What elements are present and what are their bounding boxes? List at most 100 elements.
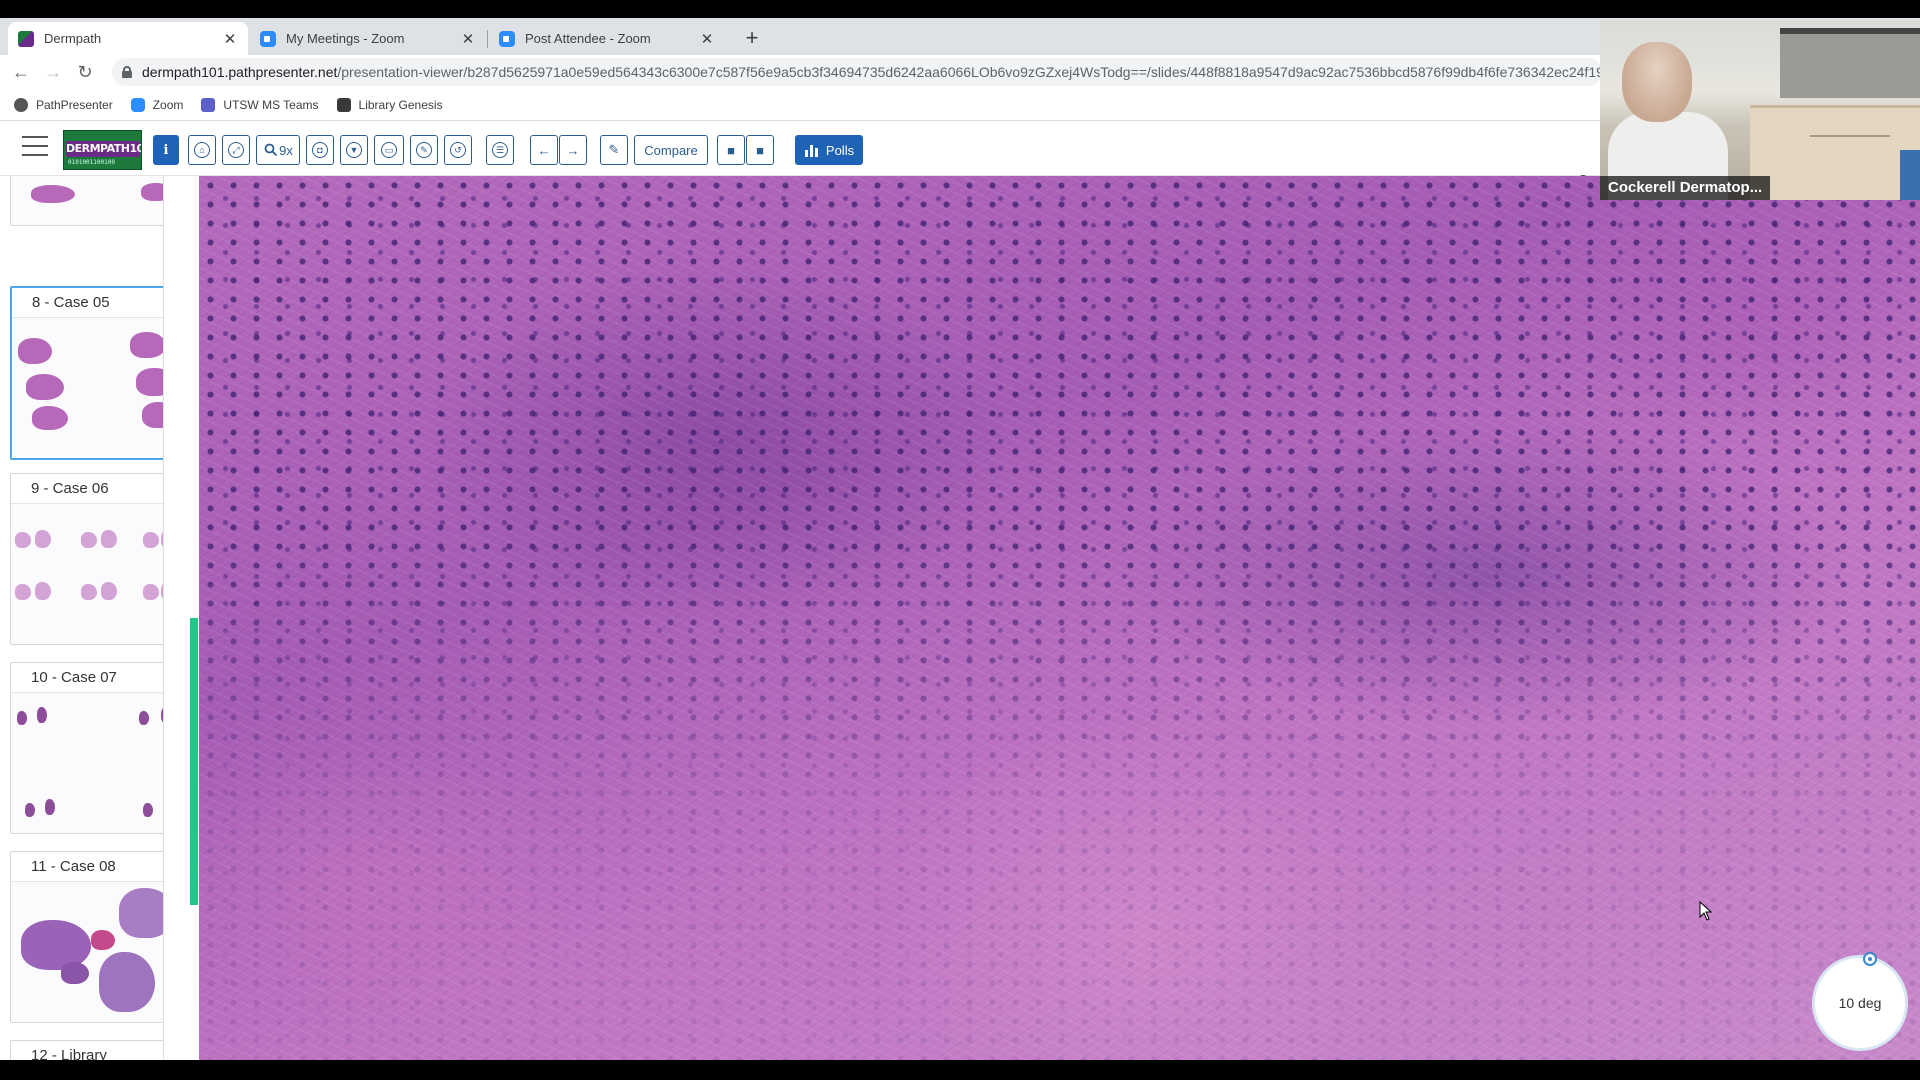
- slide-tray: 8 - Case 05 9 - Case 06 10 - Case 07 11 …: [0, 176, 164, 1060]
- list-button[interactable]: ☰: [486, 135, 514, 165]
- info-button[interactable]: i: [153, 135, 179, 165]
- stop-icon: ■: [756, 142, 764, 158]
- slide-card[interactable]: 11 - Case 08: [10, 851, 163, 1023]
- rotate-icon: ↺: [450, 142, 466, 158]
- zoom-favicon-icon: [260, 30, 276, 47]
- background-cabinet: [1750, 105, 1920, 200]
- screen: Dermpath ✕ My Meetings - Zoom ✕ Post Att…: [0, 0, 1920, 1080]
- bookmark-label: Zoom: [152, 97, 184, 112]
- mouse-cursor-icon: [1699, 901, 1713, 921]
- tab-post-attendee[interactable]: Post Attendee - Zoom ✕: [489, 22, 725, 55]
- fullscreen-button[interactable]: ⤢: [222, 135, 250, 165]
- attach-button[interactable]: ✎: [600, 135, 628, 165]
- bookmark-teams[interactable]: UTSW MS Teams: [201, 97, 319, 112]
- tab-title: Dermpath: [44, 31, 102, 46]
- menu-icon[interactable]: [22, 136, 48, 156]
- tab-dermpath[interactable]: Dermpath ✕: [8, 22, 248, 55]
- stop-button[interactable]: ■: [746, 135, 774, 165]
- filter-icon: ▼: [346, 142, 362, 158]
- filter-button[interactable]: ▼: [340, 135, 368, 165]
- slide-card[interactable]: 8 - Case 05: [10, 286, 163, 460]
- video-button[interactable]: ■: [717, 135, 745, 165]
- info-icon: i: [163, 142, 169, 158]
- close-tab-icon[interactable]: ✕: [699, 30, 715, 48]
- tab-separator: [487, 30, 488, 48]
- slide-thumbnail: [11, 693, 163, 833]
- close-tab-icon[interactable]: ✕: [222, 30, 238, 48]
- zoom-level-button[interactable]: 9x: [256, 135, 300, 165]
- pencil-icon: ✎: [416, 142, 432, 158]
- close-tab-icon[interactable]: ✕: [460, 30, 476, 48]
- slide-card[interactable]: 9 - Case 06: [10, 473, 163, 645]
- home-button[interactable]: ⌂: [188, 135, 216, 165]
- tab-title: Post Attendee - Zoom: [525, 31, 651, 46]
- bookmark-pathpresenter[interactable]: PathPresenter: [14, 97, 113, 112]
- teams-icon: [201, 97, 216, 112]
- slide-thumbnail: [11, 882, 163, 1022]
- bookmark-library-genesis[interactable]: Library Genesis: [336, 97, 443, 112]
- bookmark-label: UTSW MS Teams: [223, 97, 319, 112]
- snapshot-button[interactable]: ◘: [306, 135, 334, 165]
- tab-my-meetings[interactable]: My Meetings - Zoom ✕: [250, 22, 486, 55]
- slide-label: 11 - Case 08: [11, 852, 163, 882]
- participant-name: Cockerell Dermatop...: [1600, 176, 1771, 200]
- slide-card[interactable]: 12 - Library: [10, 1040, 163, 1060]
- video-camera-icon: ■: [727, 142, 735, 158]
- logo-text: DERMPATH101: [66, 141, 141, 157]
- slide-viewer[interactable]: [199, 176, 1920, 1060]
- rotate-button[interactable]: ↺: [444, 135, 472, 165]
- new-tab-button[interactable]: +: [738, 24, 766, 52]
- polls-label: Polls: [825, 142, 855, 158]
- rotation-handle[interactable]: [1863, 952, 1877, 966]
- bookmark-zoom[interactable]: Zoom: [130, 97, 184, 112]
- arrow-left-icon: ←: [537, 142, 551, 158]
- address-bar[interactable]: dermpath101.pathpresenter.net/presentati…: [112, 58, 1602, 86]
- dermpath101-logo: DERMPATH101 0101001100100: [63, 130, 142, 170]
- slide-card-partial[interactable]: [10, 176, 163, 226]
- slide-card[interactable]: 10 - Case 07: [10, 662, 163, 834]
- participant-head: [1622, 42, 1692, 122]
- background-poster: [1900, 150, 1920, 200]
- paperclip-icon: ✎: [608, 142, 620, 157]
- slide-label: 9 - Case 06: [11, 474, 163, 504]
- forward-arrow-icon[interactable]: →: [40, 59, 66, 85]
- bar-chart-icon: [804, 145, 818, 157]
- slide-label: 10 - Case 07: [11, 663, 163, 693]
- arrow-right-icon: →: [566, 142, 580, 158]
- bookmark-label: Library Genesis: [358, 97, 443, 112]
- zoom-icon: [130, 97, 145, 112]
- logo-subtext: 0101001100100: [68, 159, 115, 166]
- globe-icon: [14, 97, 28, 112]
- lock-icon: [122, 66, 132, 78]
- tissue-nuclei: [199, 176, 1920, 1060]
- dermpath-favicon-icon: [18, 30, 34, 47]
- polls-button[interactable]: Polls: [795, 135, 863, 165]
- previous-slide-button[interactable]: ←: [530, 135, 558, 165]
- url-path: /presentation-viewer/b287d5625971a0e59ed…: [337, 64, 1602, 80]
- reload-icon[interactable]: ↻: [72, 59, 98, 85]
- rotation-dial[interactable]: 10 deg: [1812, 955, 1908, 1051]
- compare-label: Compare: [644, 142, 698, 158]
- sidebar-scrollbar[interactable]: [190, 618, 198, 905]
- zoom-level-label: 9x: [279, 142, 293, 158]
- participant-video[interactable]: Cockerell Dermatop...: [1600, 20, 1920, 200]
- next-slide-button[interactable]: →: [559, 135, 587, 165]
- bookmark-label: PathPresenter: [36, 97, 113, 112]
- slide-thumbnail: [11, 504, 163, 644]
- rotation-label: 10 deg: [1838, 995, 1882, 1011]
- camera-icon: ◘: [312, 142, 328, 158]
- back-arrow-icon[interactable]: ←: [8, 59, 34, 85]
- slide-label: 8 - Case 05: [12, 288, 163, 318]
- annotate-button[interactable]: ✎: [410, 135, 438, 165]
- background-shelf: [1780, 28, 1920, 98]
- background-drawer: [1810, 135, 1890, 137]
- tab-title: My Meetings - Zoom: [286, 31, 405, 46]
- library-icon: [336, 97, 351, 112]
- slide-label: 12 - Library: [11, 1041, 163, 1060]
- zoom-favicon-icon: [499, 30, 515, 47]
- home-icon: ⌂: [194, 142, 210, 158]
- magnifier-icon: [264, 143, 278, 157]
- present-button[interactable]: ▭: [374, 135, 404, 165]
- compare-button[interactable]: Compare: [634, 135, 708, 165]
- list-icon: ☰: [492, 142, 508, 158]
